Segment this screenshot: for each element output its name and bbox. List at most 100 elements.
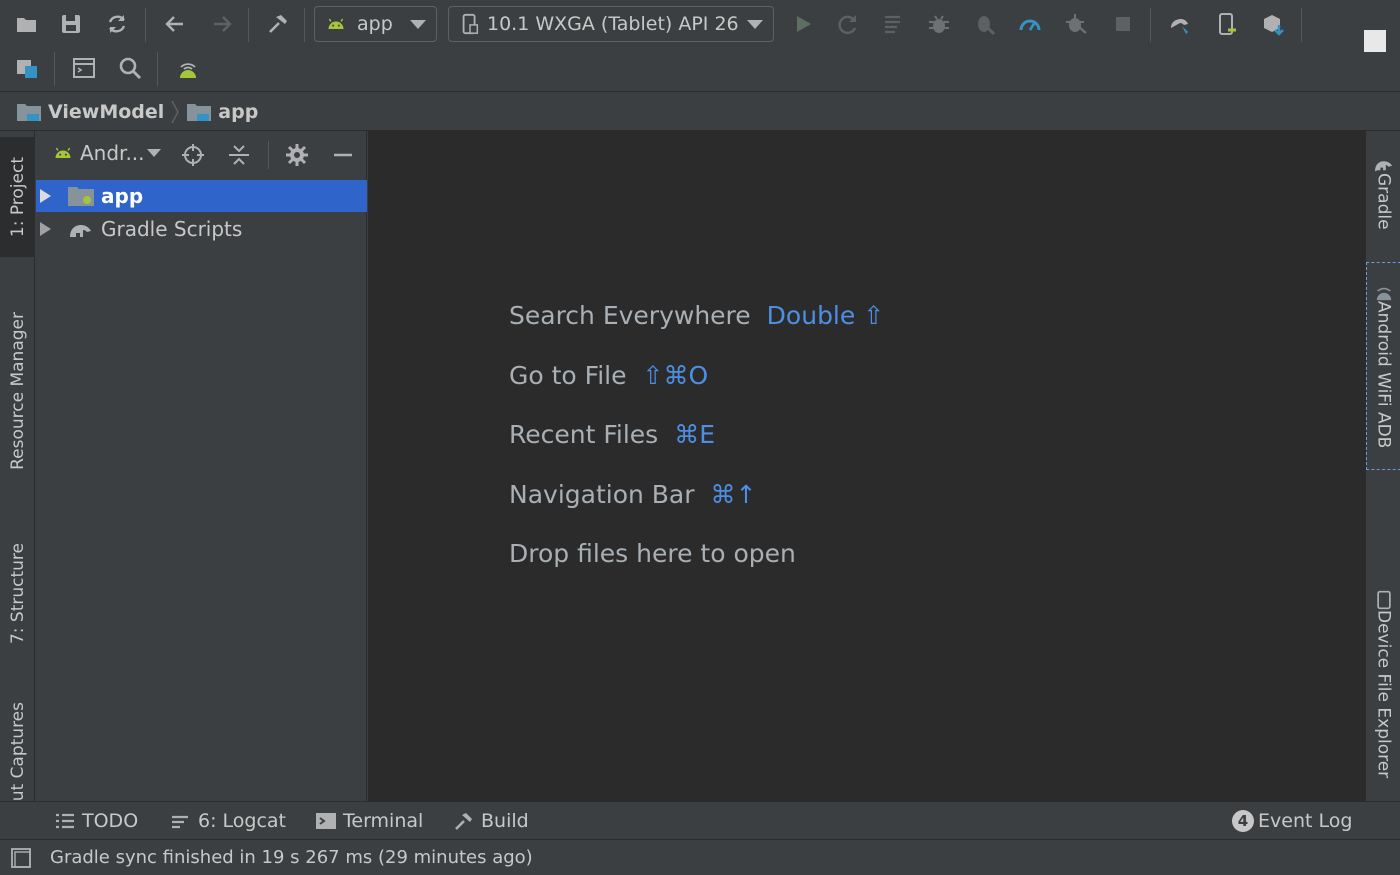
hint-label: Search Everywhere	[509, 301, 751, 330]
gear-icon[interactable]	[283, 141, 311, 169]
breadcrumb-item-project[interactable]: ViewModel	[16, 101, 164, 123]
chevron-down-icon	[747, 19, 763, 29]
tab-resource-manager-label: Resource Manager	[7, 312, 28, 470]
editor-empty-area[interactable]: Search Everywhere Double ⇧ Go to File ⇧⌘…	[368, 131, 1365, 801]
tab-event-log[interactable]: 4 Event Log	[1232, 802, 1352, 840]
apply-changes-icon[interactable]	[830, 6, 866, 42]
locate-icon[interactable]	[179, 141, 207, 169]
chevron-down-icon	[146, 149, 161, 157]
hint-shortcut: Double ⇧	[766, 301, 885, 330]
breadcrumb-label-app: app	[218, 100, 259, 123]
build-hammer-icon	[455, 813, 472, 830]
device-dropdown[interactable]: 10.1 WXGA (Tablet) API 26	[448, 6, 774, 42]
run-with-coverage-icon[interactable]	[1058, 6, 1094, 42]
main-toolbar: app 10.1 WXGA (Tablet) API 26	[0, 0, 1400, 92]
gradle-elephant-icon	[70, 225, 91, 237]
hint-label: Go to File	[509, 361, 627, 390]
hint-label: Navigation Bar	[509, 480, 695, 509]
open-icon[interactable]	[9, 6, 45, 42]
gradle-elephant-icon	[1374, 161, 1392, 171]
project-panel: Andr... app Gradle Scripts	[36, 131, 367, 801]
minimize-icon[interactable]	[329, 141, 357, 169]
breadcrumb-item-app[interactable]: app	[186, 101, 258, 123]
tree-item-app[interactable]: app	[36, 180, 367, 212]
view-selector-dropdown[interactable]: Andr...	[52, 141, 161, 165]
breadcrumb-label-project: ViewModel	[48, 100, 165, 123]
project-structure-icon[interactable]	[9, 50, 45, 86]
hint-go-to-file: Go to File ⇧⌘O	[509, 361, 708, 390]
tab-structure-label: 7: Structure	[7, 542, 28, 645]
stop-icon[interactable]	[1105, 6, 1141, 42]
tab-device-file-explorer[interactable]: Device File Explorer	[1366, 579, 1400, 789]
device-icon	[462, 13, 479, 35]
sync-gradle-icon[interactable]	[1162, 6, 1198, 42]
tab-structure[interactable]: 7: Structure	[0, 526, 35, 661]
tab-android-wifi-adb-label: Android WiFi ADB	[1373, 301, 1394, 449]
expand-arrow-icon[interactable]	[40, 222, 51, 236]
expand-arrow-icon[interactable]	[40, 189, 51, 203]
status-message: Gradle sync finished in 19 s 267 ms (29 …	[50, 847, 533, 868]
hint-drop-files: Drop files here to open	[509, 539, 796, 568]
status-bar: Gradle sync finished in 19 s 267 ms (29 …	[0, 839, 1400, 875]
attach-debugger-icon[interactable]	[967, 6, 1003, 42]
terminal-window-icon[interactable]	[66, 50, 102, 86]
chevron-right-icon	[171, 100, 180, 123]
device-icon	[1376, 590, 1391, 610]
tab-logcat[interactable]: 6: Logcat	[170, 802, 286, 840]
tab-terminal[interactable]: Terminal	[315, 802, 423, 840]
tree-item-gradle-scripts[interactable]: Gradle Scripts	[36, 213, 367, 245]
tab-build[interactable]: Build	[453, 802, 529, 840]
view-selector-label: Andr...	[80, 141, 145, 165]
right-tool-stripe: Gradle Android WiFi ADB Device File Expl…	[1365, 131, 1400, 801]
tab-logcat-label: 6: Logcat	[198, 810, 287, 832]
profile-icon[interactable]	[1012, 6, 1048, 42]
terminal-icon	[316, 813, 336, 829]
left-tool-stripe: 1: Project Resource Manager 7: Structure…	[0, 131, 35, 801]
breadcrumb: ViewModel app	[0, 93, 1400, 131]
tab-captures[interactable]: ut Captures	[0, 696, 35, 801]
chevron-down-icon	[410, 19, 426, 29]
hint-recent-files: Recent Files ⌘E	[509, 420, 715, 449]
tab-android-wifi-adb[interactable]: Android WiFi ADB	[1366, 262, 1400, 470]
tab-device-file-explorer-label: Device File Explorer	[1373, 609, 1394, 779]
tree-item-label: app	[101, 184, 144, 208]
hint-label: Recent Files	[509, 420, 659, 449]
tab-todo-label: TODO	[82, 810, 139, 832]
back-icon[interactable]	[157, 6, 193, 42]
tree-item-label: Gradle Scripts	[101, 217, 243, 241]
module-folder-icon	[68, 187, 94, 206]
collapse-all-icon[interactable]	[225, 141, 253, 169]
project-panel-header: Andr...	[36, 131, 367, 177]
window-toggle-icon[interactable]	[1360, 26, 1390, 56]
sdk-manager-icon[interactable]	[1255, 6, 1291, 42]
tab-build-label: Build	[481, 810, 529, 832]
apply-code-changes-icon[interactable]	[876, 6, 912, 42]
android-icon	[55, 147, 71, 158]
hint-shortcut: ⌘↑	[710, 480, 757, 509]
tab-resource-manager[interactable]: Resource Manager	[0, 291, 35, 491]
bottom-tool-stripe: TODO 6: Logcat Terminal Build 4 Event Lo…	[0, 801, 1400, 839]
run-config-dropdown[interactable]: app	[314, 6, 437, 42]
tab-gradle[interactable]: Gradle	[1366, 147, 1400, 237]
build-hammer-icon[interactable]	[260, 6, 296, 42]
android-wifi-icon	[1376, 288, 1391, 301]
android-icon	[328, 18, 344, 29]
save-icon[interactable]	[53, 6, 89, 42]
tab-captures-label: ut Captures	[7, 701, 28, 801]
android-wifi-icon[interactable]	[170, 50, 206, 86]
avd-manager-icon[interactable]	[1209, 6, 1245, 42]
run-config-label: app	[357, 13, 393, 35]
toggle-tool-windows-icon[interactable]	[10, 847, 32, 869]
run-icon[interactable]	[785, 6, 821, 42]
tab-todo[interactable]: TODO	[54, 802, 138, 840]
sync-icon[interactable]	[99, 6, 135, 42]
tab-project[interactable]: 1: Project	[0, 137, 35, 257]
hint-label: Drop files here to open	[509, 539, 796, 568]
debug-icon[interactable]	[921, 6, 957, 42]
event-log-badge: 4	[1232, 810, 1254, 832]
hint-shortcut: ⌘E	[674, 420, 716, 449]
list-icon	[56, 813, 74, 829]
hint-shortcut: ⇧⌘O	[642, 361, 709, 390]
forward-icon[interactable]	[204, 6, 240, 42]
search-icon[interactable]	[112, 50, 148, 86]
